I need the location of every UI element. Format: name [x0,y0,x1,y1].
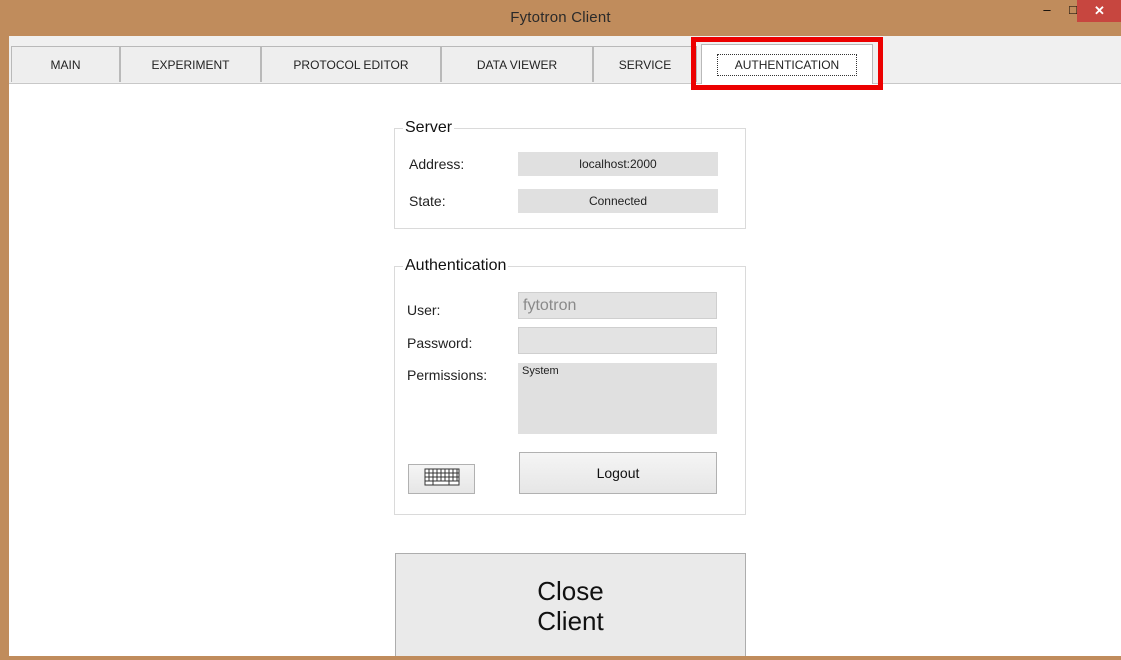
permissions-list: System [518,363,717,434]
tab-data-viewer[interactable]: DATA VIEWER [441,46,593,82]
password-label: Password: [407,335,473,351]
window-close-button[interactable]: ✕ [1077,0,1121,22]
user-label: User: [407,302,441,318]
state-value: Connected [518,189,718,213]
authentication-group-title: Authentication [405,257,507,274]
address-value: localhost:2000 [518,152,718,176]
tab-label: MAIN [50,57,81,72]
tab-label: EXPERIMENT [151,57,230,72]
keyboard-icon [424,468,460,491]
tab-protocol-editor[interactable]: PROTOCOL EDITOR [261,46,441,82]
tab-strip: MAIN EXPERIMENT PROTOCOL EDITOR DATA VIE… [9,36,1121,84]
close-client-label-line2: Client [537,606,604,636]
tab-authentication[interactable]: AUTHENTICATION [701,44,873,84]
tab-service[interactable]: SERVICE [593,46,697,82]
tab-label: AUTHENTICATION [716,53,858,76]
window-title: Fytotron Client [510,9,611,26]
tab-label: PROTOCOL EDITOR [293,57,409,72]
tab-main[interactable]: MAIN [11,46,120,82]
permissions-label: Permissions: [407,367,488,383]
server-group-title: Server [405,119,453,136]
client-area: MAIN EXPERIMENT PROTOCOL EDITOR DATA VIE… [9,36,1121,656]
close-client-button[interactable]: Close Client [395,553,746,656]
address-label: Address: [409,156,465,172]
close-client-label-line1: Close [537,576,604,606]
keyboard-button[interactable] [408,464,475,494]
user-input[interactable] [518,292,717,319]
tab-label: DATA VIEWER [476,57,558,72]
title-bar: Fytotron Client – □ ✕ [0,0,1121,36]
tab-label: SERVICE [618,57,672,72]
state-label: State: [409,193,446,209]
logout-button[interactable]: Logout [519,452,717,494]
password-input[interactable] [518,327,717,354]
tab-experiment[interactable]: EXPERIMENT [120,46,261,82]
minimize-button[interactable]: – [1034,0,1060,22]
